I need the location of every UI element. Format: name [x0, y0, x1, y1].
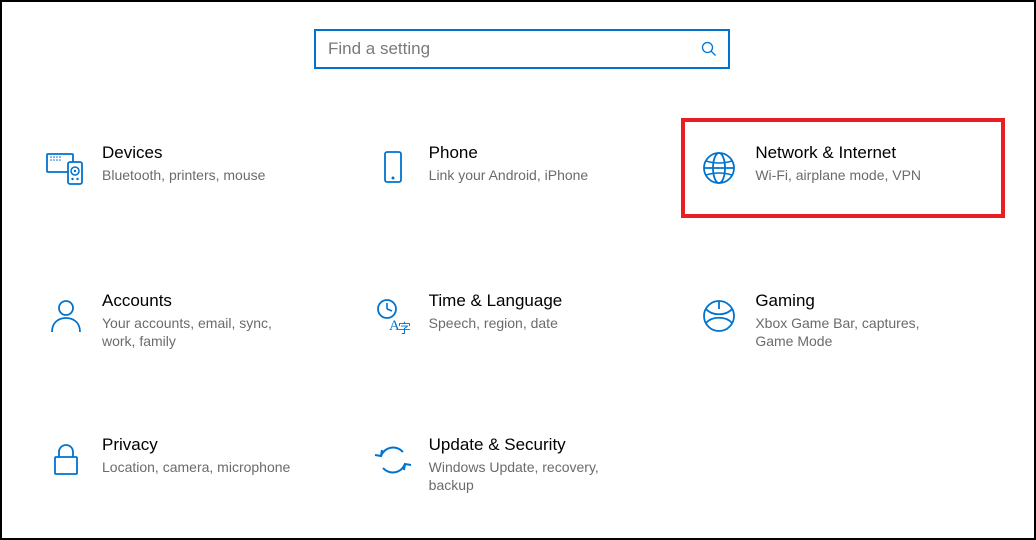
- gaming-icon: [693, 290, 745, 342]
- settings-grid: Devices Bluetooth, printers, mouse Phone…: [32, 130, 1012, 506]
- tile-sub: Location, camera, microphone: [102, 458, 290, 476]
- tile-gaming[interactable]: Gaming Xbox Game Bar, captures, Game Mod…: [685, 278, 985, 362]
- devices-icon: [40, 142, 92, 194]
- search-input[interactable]: [326, 38, 700, 60]
- lock-icon: [40, 434, 92, 486]
- tile-devices[interactable]: Devices Bluetooth, printers, mouse: [32, 130, 332, 218]
- tile-title: Phone: [429, 142, 589, 164]
- person-icon: [40, 290, 92, 342]
- tile-sub: Your accounts, email, sync, work, family: [102, 314, 302, 350]
- tile-sub: Windows Update, recovery, backup: [429, 458, 629, 494]
- phone-icon: [367, 142, 419, 194]
- tile-time-language[interactable]: A 字 Time & Language Speech, region, date: [359, 278, 659, 362]
- tile-title: Gaming: [755, 290, 955, 312]
- tile-phone[interactable]: Phone Link your Android, iPhone: [359, 130, 659, 218]
- tile-title: Privacy: [102, 434, 290, 456]
- tile-privacy[interactable]: Privacy Location, camera, microphone: [32, 422, 332, 506]
- settings-window: Devices Bluetooth, printers, mouse Phone…: [0, 0, 1036, 540]
- search-icon: [700, 40, 718, 58]
- tile-network-internet[interactable]: Network & Internet Wi-Fi, airplane mode,…: [681, 118, 1005, 218]
- tile-title: Accounts: [102, 290, 302, 312]
- tile-update-security[interactable]: Update & Security Windows Update, recove…: [359, 422, 659, 506]
- tile-sub: Wi-Fi, airplane mode, VPN: [755, 166, 921, 184]
- tile-sub: Bluetooth, printers, mouse: [102, 166, 265, 184]
- tile-title: Update & Security: [429, 434, 629, 456]
- time-language-icon: A 字: [367, 290, 419, 342]
- tile-title: Devices: [102, 142, 265, 164]
- tile-sub: Speech, region, date: [429, 314, 563, 332]
- svg-text:字: 字: [398, 321, 411, 336]
- tile-accounts[interactable]: Accounts Your accounts, email, sync, wor…: [32, 278, 332, 362]
- tile-title: Time & Language: [429, 290, 563, 312]
- search-box[interactable]: [314, 29, 730, 69]
- tile-title: Network & Internet: [755, 142, 921, 164]
- tile-sub: Link your Android, iPhone: [429, 166, 589, 184]
- globe-icon: [693, 142, 745, 194]
- tile-sub: Xbox Game Bar, captures, Game Mode: [755, 314, 955, 350]
- update-icon: [367, 434, 419, 486]
